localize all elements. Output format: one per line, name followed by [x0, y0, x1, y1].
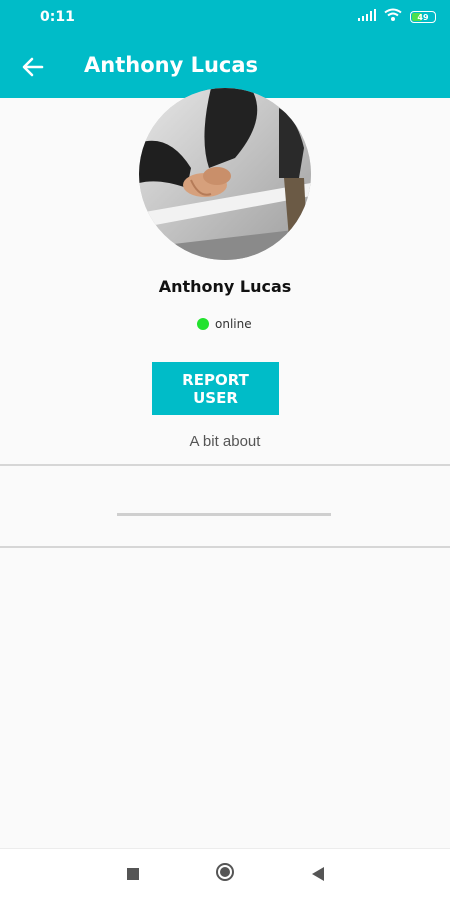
status-icons: 49 [358, 8, 436, 26]
status-time: 0:11 [40, 9, 75, 25]
back-triangle-icon[interactable] [312, 867, 324, 881]
status-label: online [215, 317, 252, 331]
avatar [139, 88, 311, 260]
battery-icon: 49 [410, 11, 436, 23]
about-text-line [117, 513, 331, 516]
battery-level: 49 [417, 12, 429, 22]
online-indicator-icon [197, 318, 209, 330]
home-circle-inner [220, 867, 230, 877]
report-user-button[interactable]: REPORT USER [152, 362, 279, 415]
recents-square-icon[interactable] [127, 868, 139, 880]
presence-status: online [197, 317, 252, 331]
wifi-icon [384, 8, 402, 26]
signal-icon [358, 8, 376, 26]
page-title: Anthony Lucas [84, 53, 259, 77]
about-label: A bit about [189, 433, 261, 450]
holding-hands-photo [139, 88, 311, 260]
profile-name: Anthony Lucas [158, 277, 292, 296]
arrow-left-icon [22, 57, 44, 77]
divider-bottom [0, 546, 450, 548]
back-button[interactable] [18, 52, 48, 82]
divider-top [0, 464, 450, 466]
home-circle-icon[interactable] [216, 863, 234, 881]
status-bar: 0:11 49 [0, 0, 450, 36]
system-nav-bar [0, 848, 450, 901]
